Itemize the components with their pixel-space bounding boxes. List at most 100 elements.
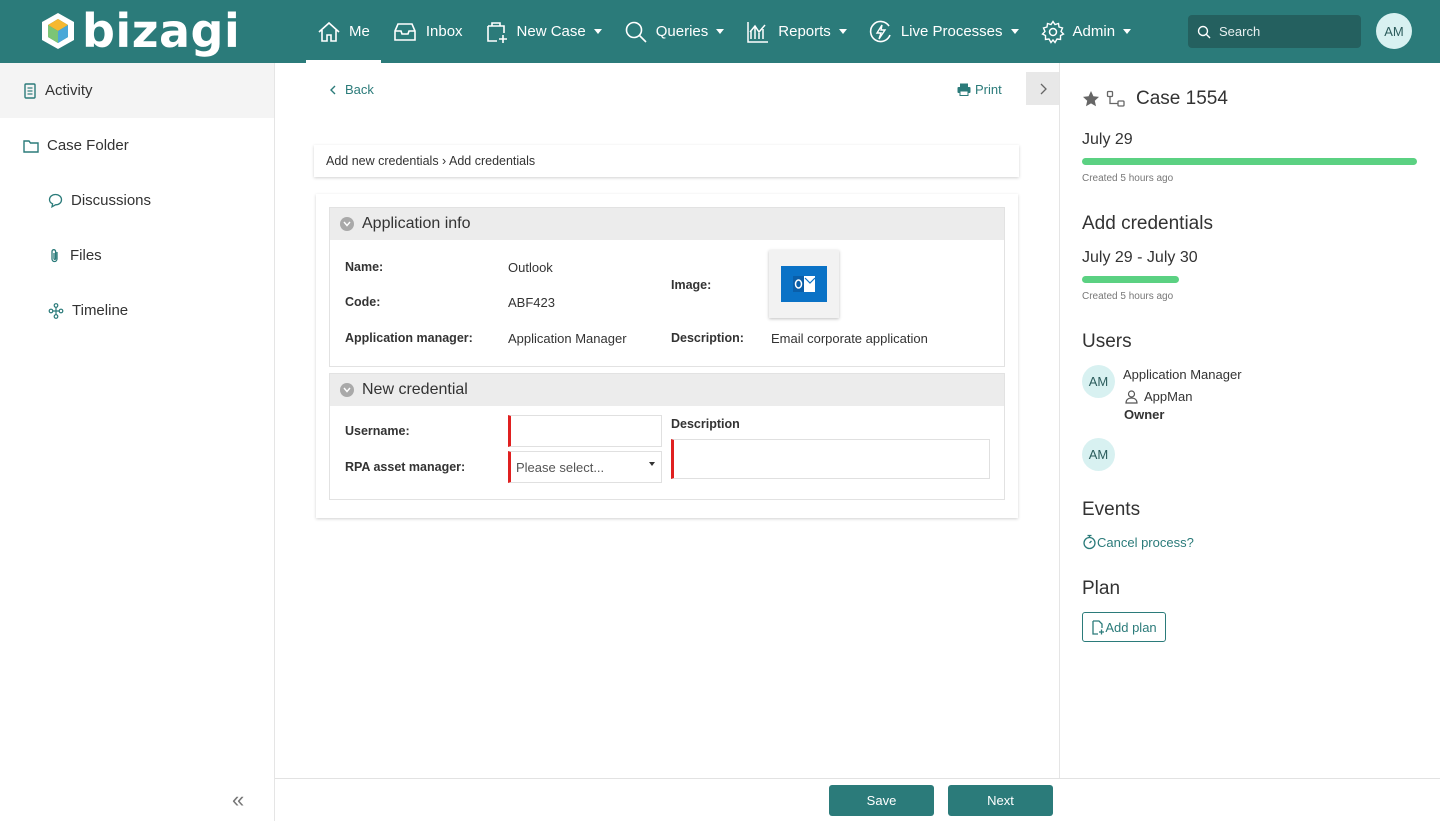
chevron-down-icon [340,383,354,397]
user-avatar[interactable]: AM [1376,13,1412,49]
stopwatch-icon [1083,534,1096,550]
timeline-icon [48,302,64,319]
sidebar-item-label: Activity [45,82,93,99]
sidebar-item-discussions[interactable]: Discussions [0,173,274,228]
task-created-meta: Created 5 hours ago [1082,291,1174,302]
nav-new-case[interactable]: New Case [474,0,613,63]
nav-admin-label: Admin [1072,23,1116,40]
sidebar-item-label: Discussions [71,192,152,209]
application-info-header[interactable]: Application info [330,208,1004,240]
bizagi-wordmark: bizagi [82,4,241,58]
rpa-asset-manager-select[interactable]: Please select... [508,451,662,483]
bolt-icon [869,20,891,42]
description-label: Description: [671,331,744,345]
task-dates: July 29 - July 30 [1082,249,1198,266]
bizagi-logo-icon [42,13,74,49]
nav-new-case-label: New Case [516,23,586,40]
cancel-process-label: Cancel process? [1097,534,1194,550]
credential-description-input[interactable] [671,439,990,479]
case-date: July 29 [1082,131,1133,148]
user-login: AppMan [1125,389,1192,404]
application-info-group: Application info Name: Outlook Code: ABF… [329,207,1005,367]
case-number: Case 1554 [1136,88,1228,109]
sidebar-item-label: Files [70,247,102,264]
nav-live-processes[interactable]: Live Processes [858,0,1030,63]
nav-queries-label: Queries [655,23,709,40]
case-created-meta: Created 5 hours ago [1082,173,1174,184]
user-avatar[interactable]: AM [1082,365,1115,398]
sidebar-item-activity[interactable]: Activity [0,63,274,118]
username-input[interactable] [508,415,662,447]
users-heading: Users [1082,331,1132,352]
print-label: Print [975,82,1002,97]
code-label: Code: [345,295,381,309]
case-progress-bar [1082,158,1417,165]
chevron-right-icon [1040,83,1047,94]
document-icon [24,82,36,99]
sidebar-item-files[interactable]: Files [0,228,274,283]
folder-icon [23,139,39,153]
events-heading: Events [1082,499,1141,520]
back-label: Back [345,82,374,97]
chevron-down-icon [649,462,655,466]
search-icon [625,21,647,43]
user-login-text: AppMan [1144,389,1193,404]
add-file-icon [1092,619,1105,635]
printer-icon [957,83,971,96]
nav-inbox[interactable]: Inbox [381,0,474,63]
collapse-sidebar-icon[interactable]: « [232,787,244,813]
case-details-panel: Case 1554 July 29 Created 5 hours ago Ad… [1059,63,1440,778]
application-image [769,250,839,318]
task-progress-bar [1082,276,1179,283]
name-label: Name: [345,260,384,274]
bizagi-logo[interactable]: bizagi [40,6,240,56]
plan-heading: Plan [1082,578,1121,599]
rpa-asset-manager-label: RPA asset manager: [345,460,466,474]
task-title: Add credentials [1082,213,1213,234]
cancel-process-link[interactable]: Cancel process? [1082,534,1194,550]
sidebar-item-label: Timeline [72,302,129,319]
nav-me-label: Me [349,23,370,40]
add-plan-label: Add plan [1105,619,1157,635]
star-icon[interactable] [1082,90,1100,108]
form-card: Application info Name: Outlook Code: ABF… [316,194,1018,518]
user-avatar[interactable]: AM [1082,438,1115,471]
toggle-right-panel-button[interactable] [1026,72,1059,105]
search-box[interactable] [1188,15,1361,48]
nav-admin[interactable]: Admin [1030,0,1143,63]
sidebar-item-timeline[interactable]: Timeline [0,283,274,338]
new-credential-group: New credential Username: RPA asset manag… [329,373,1005,500]
sidebar-item-case-folder[interactable]: Case Folder [0,118,274,173]
nav-reports-label: Reports [778,23,831,40]
search-input[interactable] [1219,24,1349,39]
chevron-down-icon [1123,29,1132,34]
add-plan-button[interactable]: Add plan [1082,612,1166,642]
inbox-icon [394,22,416,41]
nav-queries[interactable]: Queries [613,0,736,63]
application-manager-value: Application Manager [508,331,627,346]
user-role: Owner [1124,407,1165,422]
next-button[interactable]: Next [948,785,1053,816]
nav-reports[interactable]: Reports [735,0,858,63]
nav-me[interactable]: Me [306,0,381,63]
username-label: Username: [345,424,410,438]
application-manager-label: Application manager: [345,331,473,345]
person-icon [1125,389,1138,404]
outlook-icon [781,266,827,302]
new-credential-header[interactable]: New credential [330,374,1004,406]
process-map-icon[interactable] [1106,90,1126,108]
sidebar-item-label: Case Folder [47,137,129,154]
gear-icon [1040,19,1065,44]
rpa-asset-manager-placeholder: Please select... [516,459,605,475]
chevron-down-icon [838,29,847,34]
main-nav: Me Inbox New Case Queries Reports Live P… [306,0,1142,63]
print-link[interactable]: Print [957,82,1002,97]
code-value: ABF423 [508,295,555,310]
save-button[interactable]: Save [829,785,934,816]
chevron-down-icon [593,29,602,34]
back-link[interactable]: Back [327,82,374,97]
name-value: Outlook [508,260,553,275]
main-content: Back Print Add new credentials › Add cre… [275,63,1059,778]
case-title: Case 1554 [1082,88,1228,110]
nav-live-processes-label: Live Processes [900,23,1003,40]
